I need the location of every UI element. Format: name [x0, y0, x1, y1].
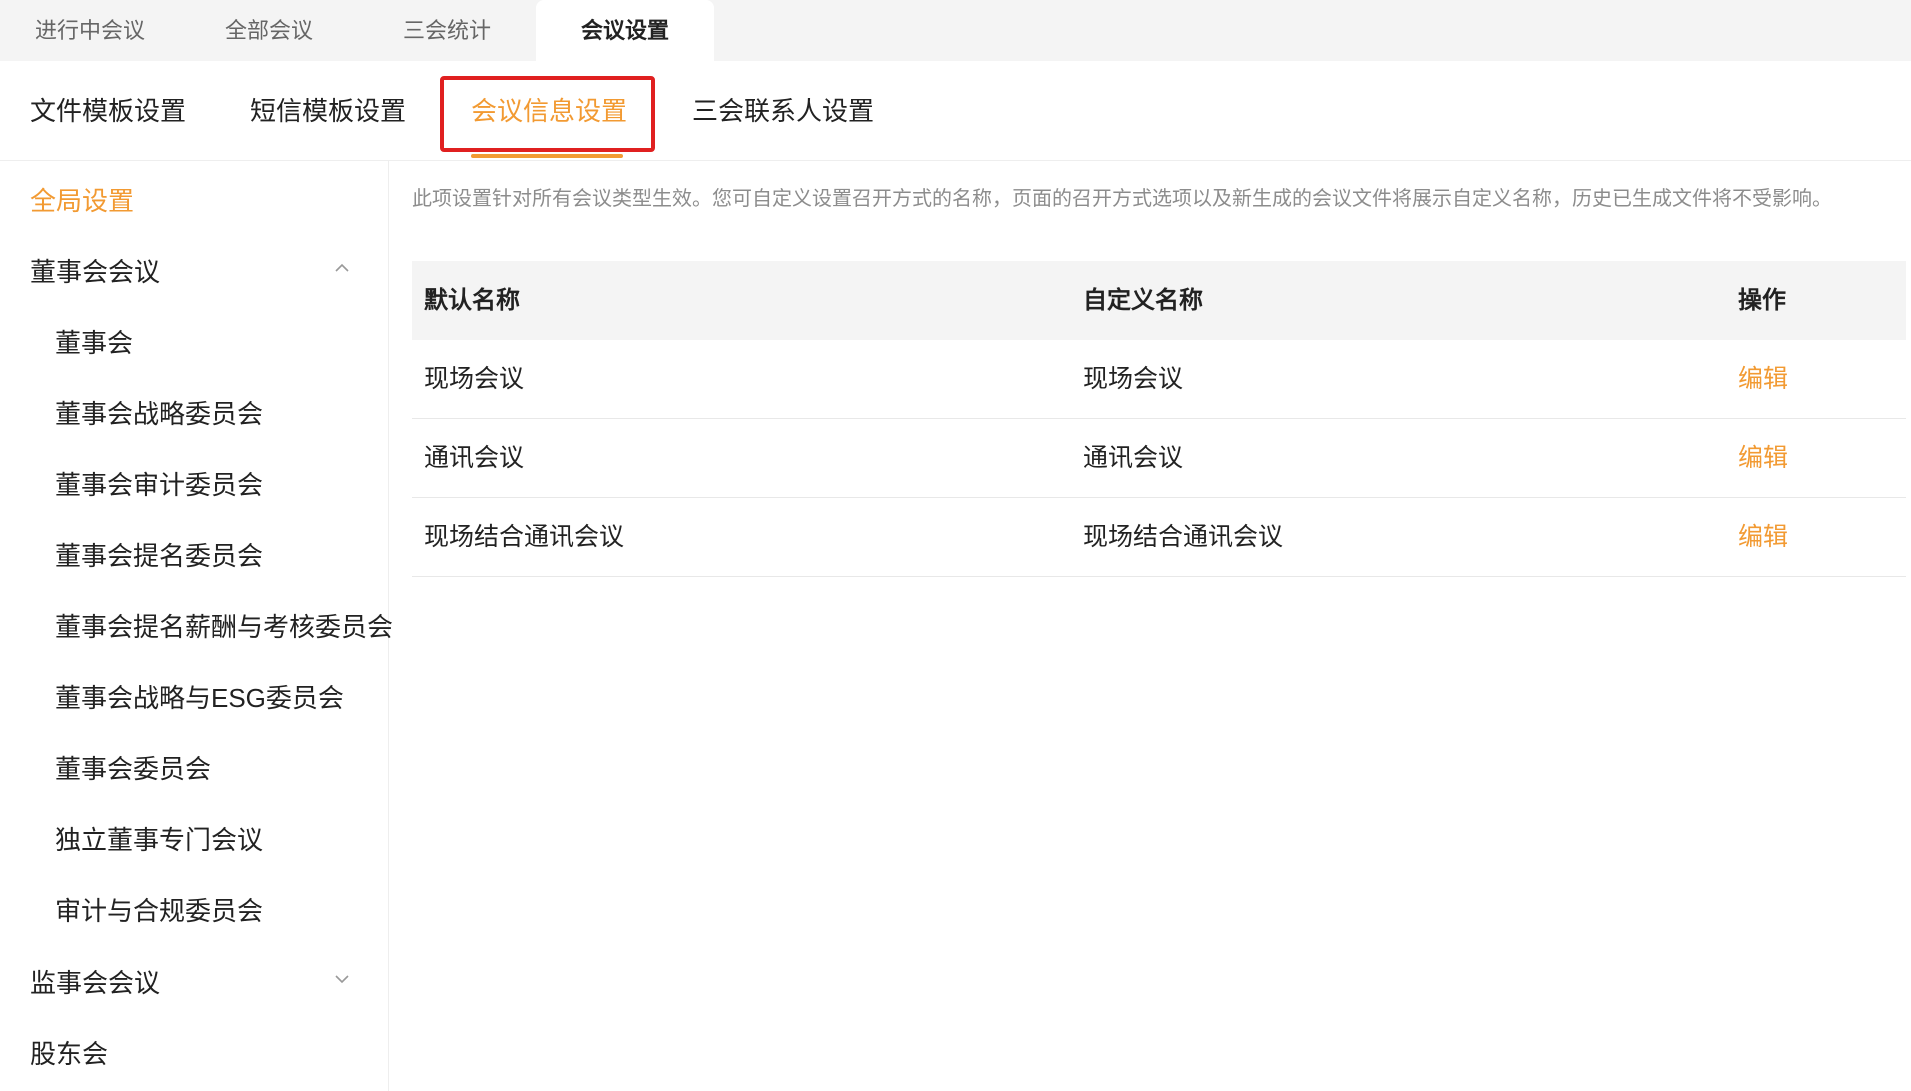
tab-contact-settings[interactable]: 三会联系人设置 [692, 61, 874, 161]
sidebar-group-board-meetings[interactable]: 董事会会议 [30, 252, 160, 289]
sidebar-item-shareholders-meeting[interactable]: 股东会 [30, 1034, 108, 1071]
settings-sidebar: 全局设置 董事会会议 董事会 董事会战略委员会 董事会审计委员会 董事会提名委员… [0, 161, 393, 1091]
table-row: 现场结合通讯会议 现场结合通讯会议 编辑 [412, 498, 1906, 577]
main-content: 此项设置针对所有会议类型生效。您可自定义设置召开方式的名称，页面的召开方式选项以… [390, 161, 1911, 1091]
cell-default-name: 现场会议 [424, 365, 525, 393]
tab-ongoing-meetings[interactable]: 进行中会议 [0, 0, 180, 61]
top-tab-bar: 进行中会议 全部会议 三会统计 会议设置 [0, 0, 1911, 61]
chevron-down-icon[interactable] [332, 969, 352, 989]
table-row: 现场会议 现场会议 编辑 [412, 340, 1906, 419]
tab-meeting-settings[interactable]: 会议设置 [536, 0, 714, 61]
sidebar-item-global-settings[interactable]: 全局设置 [30, 181, 134, 218]
tab-sms-template-settings[interactable]: 短信模板设置 [250, 61, 406, 161]
active-tab-underline [471, 154, 623, 158]
sidebar-group-supervisory-meetings[interactable]: 监事会会议 [30, 963, 160, 1000]
edit-link[interactable]: 编辑 [1738, 498, 1788, 577]
sidebar-item-board-nomination-committee[interactable]: 董事会提名委员会 [55, 536, 263, 573]
cell-custom-name: 现场结合通讯会议 [1083, 523, 1284, 551]
sidebar-item-board-committee[interactable]: 董事会委员会 [55, 749, 211, 786]
sidebar-item-board-nomination-remuneration-committee[interactable]: 董事会提名薪酬与考核委员会 [55, 607, 393, 644]
sidebar-item-board-strategy-committee[interactable]: 董事会战略委员会 [55, 394, 263, 431]
column-header-default-name: 默认名称 [424, 287, 520, 314]
table-header: 默认名称 自定义名称 操作 [412, 261, 1906, 340]
meeting-method-table: 默认名称 自定义名称 操作 现场会议 现场会议 编辑 通讯会议 通讯会议 编辑 … [412, 261, 1906, 577]
cell-custom-name: 现场会议 [1083, 365, 1184, 393]
edit-link[interactable]: 编辑 [1738, 419, 1788, 498]
edit-link[interactable]: 编辑 [1738, 340, 1788, 419]
cell-default-name: 通讯会议 [424, 444, 525, 472]
column-header-custom-name: 自定义名称 [1083, 287, 1203, 314]
sidebar-item-independent-director-meeting[interactable]: 独立董事专门会议 [55, 820, 263, 857]
cell-default-name: 现场结合通讯会议 [424, 523, 625, 551]
sidebar-item-audit-compliance-committee[interactable]: 审计与合规委员会 [55, 891, 263, 928]
sidebar-item-board-strategy-esg-committee[interactable]: 董事会战略与ESG委员会 [55, 678, 344, 715]
settings-description: 此项设置针对所有会议类型生效。您可自定义设置召开方式的名称，页面的召开方式选项以… [412, 188, 1832, 210]
sidebar-item-board-audit-committee[interactable]: 董事会审计委员会 [55, 465, 263, 502]
tab-meeting-info-settings[interactable]: 会议信息设置 [471, 61, 627, 161]
chevron-up-icon[interactable] [332, 258, 352, 278]
tab-file-template-settings[interactable]: 文件模板设置 [30, 61, 186, 161]
table-row: 通讯会议 通讯会议 编辑 [412, 419, 1906, 498]
tab-three-meetings-stats[interactable]: 三会统计 [358, 0, 536, 61]
settings-sub-tab-bar: 文件模板设置 短信模板设置 会议信息设置 三会联系人设置 [0, 61, 1911, 161]
sidebar-item-board[interactable]: 董事会 [55, 323, 133, 360]
tab-all-meetings[interactable]: 全部会议 [180, 0, 358, 61]
column-header-actions: 操作 [1738, 287, 1786, 314]
cell-custom-name: 通讯会议 [1083, 444, 1184, 472]
